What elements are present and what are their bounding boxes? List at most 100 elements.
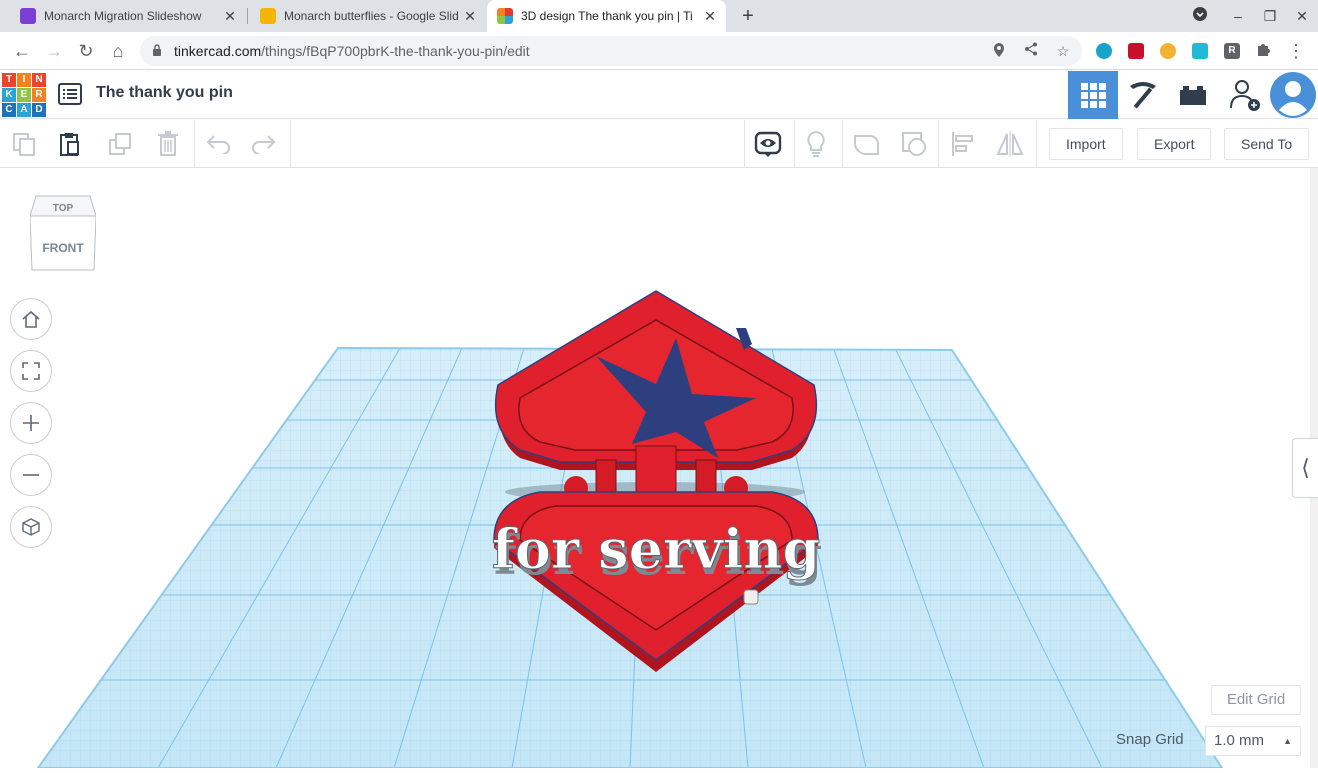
notes-button[interactable] [800, 128, 832, 160]
reload-icon[interactable]: ↻ [74, 39, 98, 63]
import-button[interactable]: Import [1049, 128, 1123, 160]
close-tab-icon[interactable]: ✕ [702, 8, 718, 24]
logo-letter: K [2, 88, 16, 102]
zoom-out-button[interactable] [10, 454, 52, 496]
close-tab-icon[interactable]: ✕ [222, 8, 238, 24]
home-icon[interactable]: ⌂ [106, 39, 130, 63]
avatar-icon [1270, 72, 1316, 118]
url-text: tinkercad.com/things/fBqP700pbrK-the-tha… [174, 43, 530, 59]
new-tab-button[interactable]: + [736, 4, 760, 28]
tab-title: Monarch butterflies - Google Slid [284, 9, 458, 23]
close-tab-icon[interactable]: ✕ [462, 8, 478, 24]
extension-icon[interactable] [1128, 43, 1144, 59]
url-domain: tinkercad.com [174, 43, 262, 59]
minecraft-view-button[interactable] [1118, 71, 1168, 119]
browser-tab[interactable]: Monarch Migration Slideshow ✕ [0, 0, 246, 32]
slides-favicon-icon [20, 8, 36, 24]
slides-favicon-icon [260, 8, 276, 24]
close-window-icon[interactable]: ✕ [1292, 6, 1312, 26]
browser-toolbar: ← → ↻ ⌂ tinkercad.com/things/fBqP700pbrK… [0, 32, 1318, 70]
tab-title: 3D design The thank you pin | Ti [521, 9, 693, 23]
tab-search-icon[interactable] [1190, 6, 1210, 26]
send-to-button[interactable]: Send To [1224, 128, 1310, 160]
url-path: /things/fBqP700pbrK-the-thank-you-pin/ed… [261, 43, 530, 59]
home-view-button[interactable] [10, 298, 52, 340]
workplane-grid[interactable]: for serving for serving [0, 168, 1310, 769]
chevron-left-icon: ⟨ [1301, 455, 1310, 480]
share-icon[interactable] [1022, 42, 1040, 60]
tinkercad-logo[interactable]: T I N K E R C A D [2, 73, 46, 117]
duplicate-button[interactable] [104, 128, 136, 160]
shapes-panel-toggle[interactable]: ⟨ [1292, 438, 1318, 498]
snap-grid-select[interactable]: 1.0 mm ▲ [1205, 726, 1301, 756]
extension-icon[interactable] [1160, 43, 1176, 59]
undo-icon [206, 135, 230, 154]
snap-grid-value: 1.0 mm [1214, 732, 1265, 749]
user-avatar[interactable] [1268, 71, 1318, 119]
logo-letter: C [2, 103, 16, 117]
export-button[interactable]: Export [1137, 128, 1212, 160]
paste-icon [60, 133, 79, 156]
extensions-puzzle-icon[interactable] [1252, 39, 1276, 63]
solid-button[interactable] [850, 128, 882, 160]
design-title[interactable]: The thank you pin [96, 84, 233, 102]
paste-button[interactable] [54, 128, 86, 160]
duplicate-icon [109, 133, 131, 155]
logo-letter: T [2, 73, 16, 87]
location-icon[interactable] [990, 42, 1008, 60]
delete-button[interactable] [152, 128, 184, 160]
back-icon[interactable]: ← [10, 39, 34, 63]
address-bar[interactable]: tinkercad.com/things/fBqP700pbrK-the-tha… [140, 36, 1082, 66]
align-button[interactable] [946, 128, 978, 160]
app-header: T I N K E R C A D The thank you pin [0, 71, 1318, 119]
browser-tab-bar: Monarch Migration Slideshow ✕ Monarch bu… [0, 0, 1318, 32]
edit-toolbar: Import Export Send To [0, 120, 1318, 168]
redo-button[interactable] [248, 128, 280, 160]
caret-up-icon: ▲ [1283, 736, 1292, 746]
eye-bubble-icon [754, 131, 782, 157]
brick-icon [1180, 86, 1206, 105]
design-list-icon[interactable] [58, 83, 82, 105]
3d-view-button[interactable] [1068, 71, 1118, 119]
heart-lid[interactable] [494, 290, 818, 470]
perspective-button[interactable] [10, 506, 52, 548]
extension-icon[interactable] [1096, 43, 1112, 59]
plus-icon [23, 415, 39, 431]
view-cube[interactable]: TOP FRONT [30, 194, 96, 272]
undo-button[interactable] [202, 128, 234, 160]
forward-icon[interactable]: → [42, 39, 66, 63]
mirror-button[interactable] [994, 128, 1026, 160]
snap-grid-label: Snap Grid [1116, 731, 1184, 748]
restore-icon[interactable]: ❐ [1260, 6, 1280, 26]
show-all-button[interactable] [752, 128, 784, 160]
invite-user-button[interactable] [1220, 71, 1270, 119]
edit-grid-button[interactable]: Edit Grid [1211, 685, 1301, 715]
lightbulb-icon [807, 130, 825, 157]
logo-letter: A [17, 103, 31, 117]
browser-tab[interactable]: Monarch butterflies - Google Slid ✕ [248, 0, 486, 32]
browser-tab-active[interactable]: 3D design The thank you pin | Ti ✕ [487, 0, 726, 32]
minimize-icon[interactable]: – [1228, 6, 1248, 26]
workplane-viewport[interactable]: for serving for serving [0, 168, 1310, 769]
bookmark-star-icon[interactable]: ☆ [1054, 42, 1072, 60]
logo-letter: I [17, 73, 31, 87]
fit-view-button[interactable] [10, 350, 52, 392]
extension-icon[interactable]: R [1224, 43, 1240, 59]
mirror-icon [996, 131, 1024, 157]
browser-menu-icon[interactable]: ⋮ [1284, 39, 1308, 63]
copy-button[interactable] [8, 128, 40, 160]
copy-icon [13, 133, 35, 156]
model-text[interactable]: for serving [491, 517, 821, 582]
hole-shape-icon [902, 132, 926, 156]
hole-button[interactable] [898, 128, 930, 160]
bricks-view-button[interactable] [1168, 71, 1218, 119]
solid-shape-icon [854, 135, 879, 155]
zoom-in-button[interactable] [10, 402, 52, 444]
extension-icon[interactable] [1192, 43, 1208, 59]
logo-letter: R [32, 88, 46, 102]
view-cube-top-label: TOP [53, 203, 74, 214]
logo-letter: E [17, 88, 31, 102]
align-icon [952, 132, 973, 156]
tinkercad-favicon-icon [497, 8, 513, 24]
lock-icon [153, 44, 161, 56]
